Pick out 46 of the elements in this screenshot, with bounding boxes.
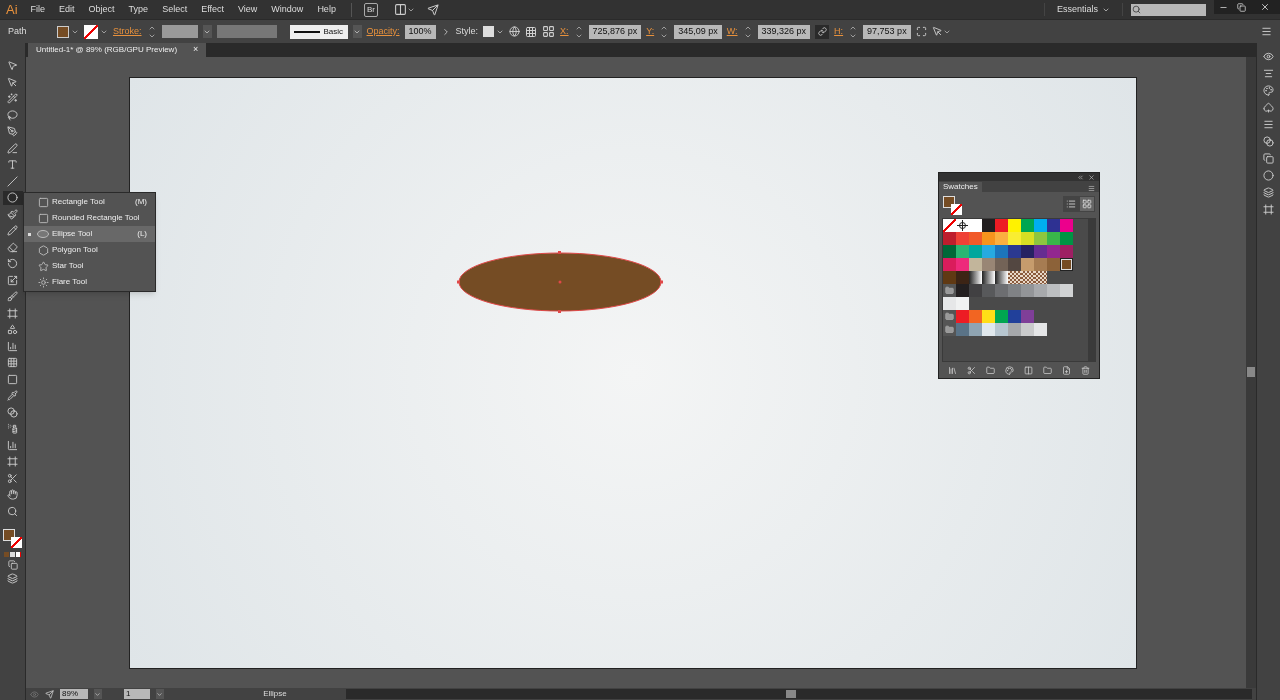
flyout-menu-item[interactable]: Polygon Tool xyxy=(24,242,155,258)
menu-item[interactable]: Type xyxy=(121,2,156,17)
h-label: H: xyxy=(834,24,844,38)
brush-dropdown[interactable]: Basic xyxy=(289,24,348,39)
tool-name: Rounded Rectangle Tool xyxy=(52,212,141,224)
height-field[interactable]: 97,753 px xyxy=(863,24,911,39)
artboard-field[interactable]: 1 xyxy=(124,689,150,699)
selection-type: Path xyxy=(8,24,28,38)
tool-shortcut: (M) xyxy=(135,196,147,208)
tab-close-button[interactable]: × xyxy=(193,43,199,57)
document-tab[interactable]: Untitled-1* @ 89% (RGB/GPU Preview) × xyxy=(28,43,207,57)
flyout-menu-item[interactable]: Ellipse Tool (L) xyxy=(24,226,155,242)
opacity-field[interactable]: 100% xyxy=(404,24,436,39)
zoom-field[interactable]: 89% xyxy=(60,689,88,699)
menu-item[interactable]: Object xyxy=(81,2,122,17)
panel-tab[interactable]: Swatches xyxy=(939,182,982,192)
opacity-label: Opacity: xyxy=(366,24,400,38)
stroke-label: Stroke: xyxy=(113,24,142,38)
y-label: Y: xyxy=(646,24,655,38)
menu-item[interactable]: Effect xyxy=(194,2,231,17)
tool-name: Polygon Tool xyxy=(52,244,99,256)
flyout-menu-item[interactable]: Rounded Rectangle Tool xyxy=(24,210,155,226)
menu-item[interactable]: Window xyxy=(264,2,311,17)
tool-name: Flare Tool xyxy=(52,276,88,288)
menu-item[interactable]: Help xyxy=(310,2,343,17)
y-field[interactable]: 345,09 px xyxy=(674,24,722,39)
tool-name: Rectangle Tool xyxy=(52,196,106,208)
bridge-button[interactable]: Br xyxy=(363,2,378,17)
width-field[interactable]: 339,326 px xyxy=(757,24,811,39)
tool-shortcut: (L) xyxy=(137,228,147,240)
tool-name: Star Tool xyxy=(52,260,85,272)
flyout-menu-item[interactable]: Flare Tool xyxy=(24,274,155,290)
flyout-menu-item[interactable]: Rectangle Tool (M) xyxy=(24,194,155,210)
menu-item[interactable]: Select xyxy=(155,2,195,17)
flyout-menu-item[interactable]: Star Tool xyxy=(24,258,155,274)
w-label: W: xyxy=(726,24,738,38)
current-tool-status: Ellipse xyxy=(262,688,288,700)
menu-item[interactable]: View xyxy=(231,2,265,17)
tool-name: Ellipse Tool xyxy=(52,228,94,240)
x-label: X: xyxy=(560,24,569,38)
app-logo: Ai xyxy=(5,0,19,19)
menu-item[interactable]: Edit xyxy=(52,2,82,17)
x-field[interactable]: 725,876 px xyxy=(588,24,642,39)
style-label: Style: xyxy=(455,24,479,38)
workspace-switcher[interactable]: Essentials xyxy=(1043,2,1123,17)
menu-item[interactable]: File xyxy=(23,2,53,17)
